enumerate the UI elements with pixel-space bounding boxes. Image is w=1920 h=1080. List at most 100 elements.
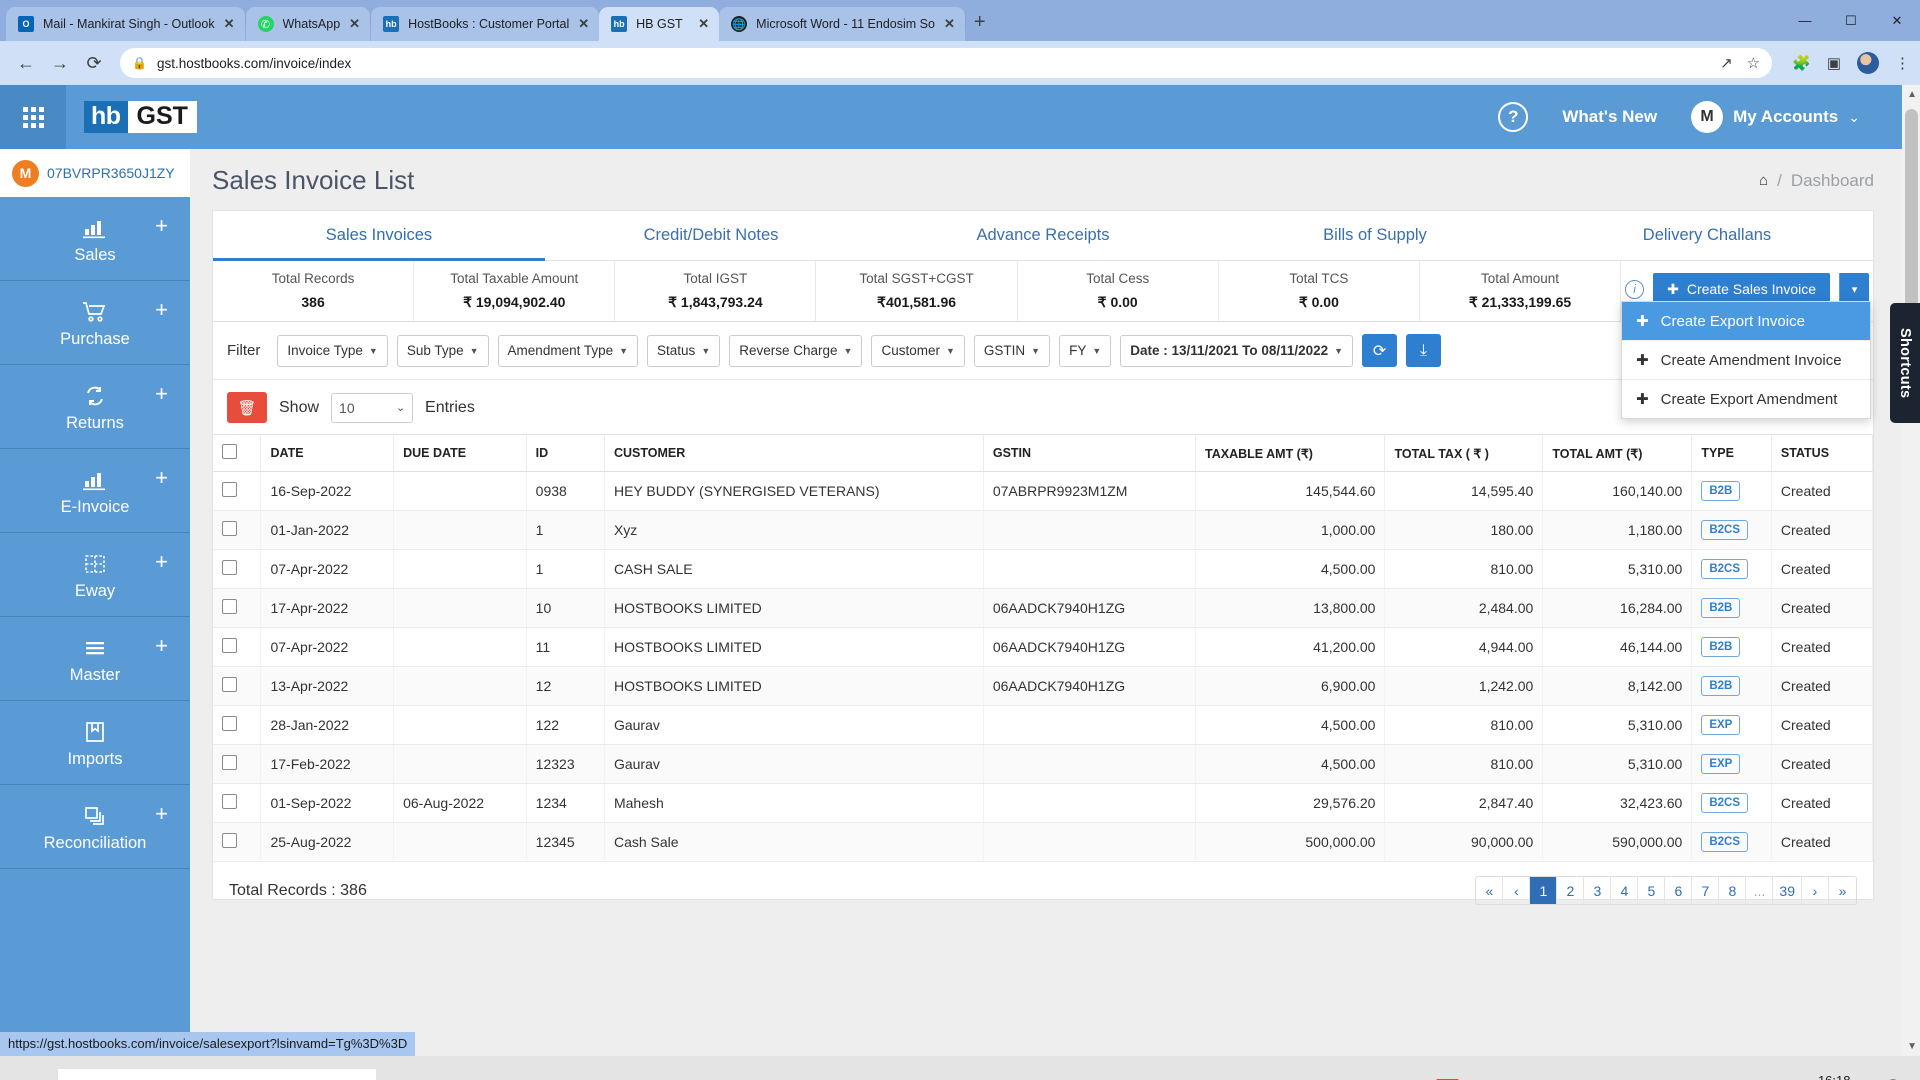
task-view-icon[interactable]: ❐ — [434, 1056, 484, 1080]
help-icon[interactable]: ? — [1498, 102, 1529, 132]
col-status[interactable]: STATUS — [1771, 434, 1874, 472]
trash-icon[interactable]: 🗑 — [227, 392, 267, 423]
browser-tab-3-active[interactable]: hb HB GST ✕ — [599, 7, 720, 41]
extensions-puzzle-icon[interactable]: 🧩 — [1792, 54, 1811, 72]
chrome-menu-icon[interactable]: ⋮ — [1895, 54, 1910, 72]
entries-per-page-select[interactable]: 10 ⌄ — [331, 392, 414, 423]
maximize-button[interactable]: ☐ — [1828, 0, 1874, 41]
row-checkbox[interactable] — [222, 482, 237, 497]
row-checkbox[interactable] — [222, 560, 237, 575]
address-bar[interactable]: 🔒 gst.hostbooks.com/invoice/index ↗ ☆ — [120, 48, 1773, 78]
col-taxable-amt[interactable]: TAXABLE AMT (₹) — [1195, 434, 1386, 472]
page-2[interactable]: 2 — [1557, 877, 1585, 904]
page-39[interactable]: 39 — [1773, 877, 1802, 904]
add-icon[interactable]: + — [155, 635, 168, 657]
col-due-date[interactable]: DUE DATE — [393, 434, 527, 472]
menu-item-create-amendment-invoice[interactable]: ✚ Create Amendment Invoice — [1622, 341, 1871, 380]
page-next[interactable]: › — [1802, 877, 1829, 904]
sidebar-item-e-invoice[interactable]: + E-Invoice — [0, 449, 190, 533]
col-customer[interactable]: CUSTOMER — [604, 434, 984, 472]
avatar[interactable] — [1857, 52, 1879, 74]
filter-status[interactable]: Status ▼ — [647, 334, 721, 367]
table-row[interactable]: 28-Jan-2022 122 Gaurav 4,500.00 810.00 5… — [213, 705, 1874, 745]
add-icon[interactable]: + — [155, 215, 168, 237]
sidepanel-icon[interactable]: ▣ — [1827, 54, 1841, 72]
row-checkbox[interactable] — [222, 833, 237, 848]
shortcuts-side-tab[interactable]: Shortcuts — [1890, 303, 1920, 423]
filter-sub-type[interactable]: Sub Type ▼ — [396, 334, 489, 367]
sidebar-item-imports[interactable]: Imports — [0, 701, 190, 785]
filter-date-range[interactable]: Date : 13/11/2021 To 08/11/2022 ▼ — [1120, 334, 1354, 367]
browser-tab-2[interactable]: hb HostBooks : Customer Portal ✕ — [371, 7, 600, 41]
sidebar-item-purchase[interactable]: + Purchase — [0, 281, 190, 365]
col-gstin[interactable]: GSTIN — [983, 434, 1197, 472]
bookmark-star-icon[interactable]: ☆ — [1747, 54, 1760, 72]
col-date[interactable]: DATE — [260, 434, 395, 472]
whats-new-link[interactable]: What's New — [1562, 107, 1657, 127]
tab-delivery-challans[interactable]: Delivery Challans — [1541, 211, 1873, 261]
page-6[interactable]: 6 — [1665, 877, 1693, 904]
add-icon[interactable]: + — [155, 467, 168, 489]
page-3[interactable]: 3 — [1584, 877, 1612, 904]
taskbar-search[interactable]: 🔍 Type here to search — [58, 1069, 376, 1080]
sidebar-item-eway[interactable]: + Eway — [0, 533, 190, 617]
close-icon[interactable]: ✕ — [349, 16, 360, 32]
table-row[interactable]: 13-Apr-2022 12 HOSTBOOKS LIMITED 06AADCK… — [213, 666, 1874, 706]
sidebar-item-master[interactable]: + Master — [0, 617, 190, 701]
table-row[interactable]: 01-Sep-2022 06-Aug-2022 1234 Mahesh 29,5… — [213, 783, 1874, 823]
tab-bills-of-supply[interactable]: Bills of Supply — [1209, 211, 1541, 261]
scroll-down-icon[interactable]: ▼ — [1907, 1041, 1917, 1052]
filter-gstin[interactable]: GSTIN ▼ — [973, 334, 1051, 367]
row-checkbox[interactable] — [222, 638, 237, 653]
opera-icon[interactable]: O — [380, 1056, 430, 1080]
table-row[interactable]: 16-Sep-2022 0938 HEY BUDDY (SYNERGISED V… — [213, 471, 1874, 511]
col-type[interactable]: TYPE — [1691, 434, 1772, 472]
table-row[interactable]: 01-Jan-2022 1 Xyz 1,000.00 180.00 1,180.… — [213, 510, 1874, 550]
close-icon[interactable]: ✕ — [578, 16, 589, 32]
tab-credit-debit-notes[interactable]: Credit/Debit Notes — [545, 211, 877, 261]
row-checkbox[interactable] — [222, 599, 237, 614]
menu-item-create-export-invoice[interactable]: ✚ Create Export Invoice — [1622, 302, 1871, 341]
browser-tab-0[interactable]: O Mail - Mankirat Singh - Outlook ✕ — [6, 7, 245, 41]
refresh-icon[interactable]: ⟳ — [1362, 334, 1398, 367]
filter-fy[interactable]: FY ▼ — [1059, 334, 1112, 367]
gstin-display[interactable]: M 07BVRPR3650J1ZY — [0, 149, 190, 197]
add-icon[interactable]: + — [155, 551, 168, 573]
sidebar-item-returns[interactable]: + Returns — [0, 365, 190, 449]
add-icon[interactable]: + — [155, 299, 168, 321]
sidebar-item-reconciliation[interactable]: + Reconciliation — [0, 785, 190, 869]
filter-invoice-type[interactable]: Invoice Type ▼ — [277, 334, 388, 367]
reload-icon[interactable]: ⟳ — [78, 47, 110, 79]
add-icon[interactable]: + — [155, 803, 168, 825]
new-tab-button[interactable]: + — [974, 11, 986, 34]
table-row[interactable]: 17-Apr-2022 10 HOSTBOOKS LIMITED 06AADCK… — [213, 588, 1874, 628]
close-window-button[interactable]: ✕ — [1874, 0, 1920, 41]
table-row[interactable]: 25-Aug-2022 12345 Cash Sale 500,000.00 9… — [213, 822, 1874, 862]
share-icon[interactable]: ↗ — [1720, 54, 1733, 72]
select-all-checkbox[interactable] — [222, 444, 237, 459]
filter-customer[interactable]: Customer ▼ — [871, 334, 965, 367]
word-icon[interactable]: W — [542, 1056, 592, 1080]
row-checkbox[interactable] — [222, 755, 237, 770]
start-button[interactable] — [6, 1056, 54, 1080]
browser-tab-4[interactable]: 🌐 Microsoft Word - 11 Endosim So ✕ — [719, 7, 965, 41]
page-4[interactable]: 4 — [1611, 877, 1639, 904]
page-7[interactable]: 7 — [1692, 877, 1720, 904]
col-id[interactable]: ID — [526, 434, 605, 472]
filter-reverse-charge[interactable]: Reverse Charge ▼ — [729, 334, 863, 367]
row-checkbox[interactable] — [222, 677, 237, 692]
col-total-amt[interactable]: TOTAL AMT (₹) — [1542, 434, 1693, 472]
excel-icon[interactable]: X — [704, 1056, 754, 1080]
table-row[interactable]: 07-Apr-2022 1 CASH SALE 4,500.00 810.00 … — [213, 549, 1874, 589]
close-icon[interactable]: ✕ — [698, 16, 709, 32]
chrome-icon[interactable]: ◉ — [596, 1056, 646, 1080]
scroll-up-icon[interactable]: ▲ — [1907, 89, 1917, 100]
row-checkbox[interactable] — [222, 794, 237, 809]
page-first[interactable]: « — [1476, 877, 1504, 904]
taskbar-clock[interactable]: 16:18 08-11-2022 — [1801, 1072, 1867, 1080]
download-icon[interactable]: ⤓ — [1406, 334, 1442, 367]
page-scrollbar[interactable]: ▲ ▼ — [1902, 85, 1920, 1056]
page-5[interactable]: 5 — [1638, 877, 1666, 904]
page-8[interactable]: 8 — [1719, 877, 1747, 904]
table-row[interactable]: 07-Apr-2022 11 HOSTBOOKS LIMITED 06AADCK… — [213, 627, 1874, 667]
